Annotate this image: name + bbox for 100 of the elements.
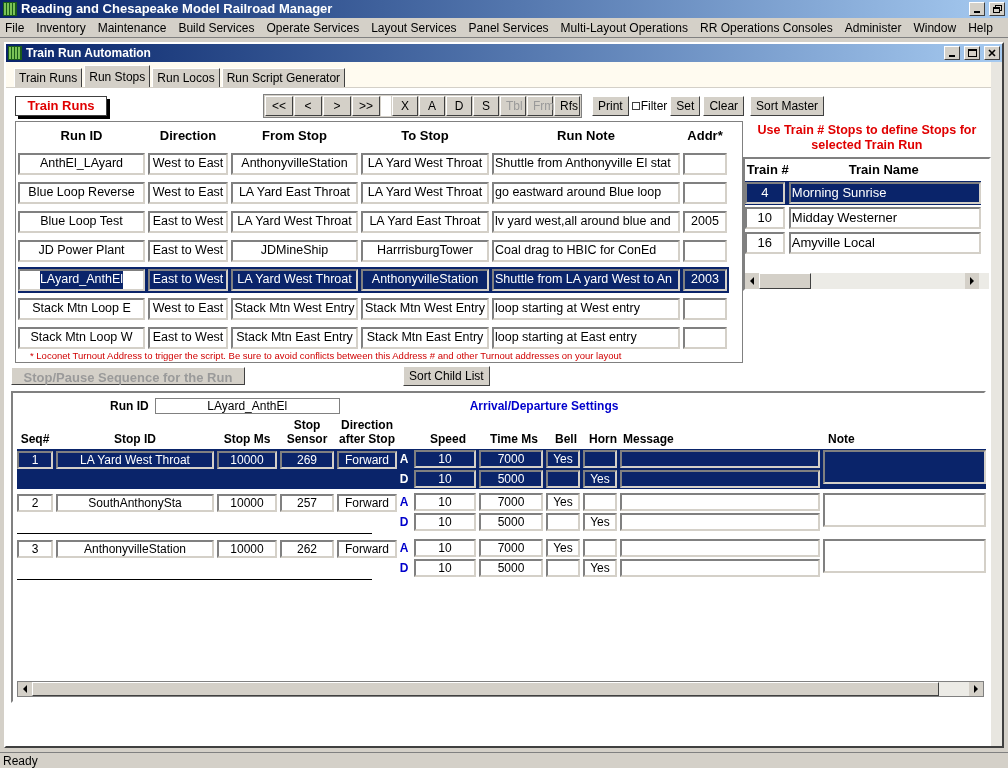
maximize-button[interactable] <box>964 46 980 60</box>
filter-checkbox[interactable] <box>631 102 640 110</box>
table-cell: Yes <box>546 450 580 468</box>
table-cell: Stack Mtn West Entry <box>361 297 489 320</box>
record-button[interactable]: X <box>392 96 418 116</box>
set-button[interactable]: Set <box>670 96 701 116</box>
column-header: Stop Ms <box>222 432 272 446</box>
menu-item[interactable]: File <box>5 18 25 37</box>
table-row[interactable]: 16 Amyville Local <box>744 231 981 255</box>
app-title: Reading and Chesapeake Model Railroad Manager <box>21 0 334 19</box>
table-row[interactable]: Blue Loop Test East to West LA Yard West Throat LA Yard East Throat lv yard west,all around blue and 2005 <box>18 208 729 235</box>
table-cell: Stack Mtn Loop E <box>18 297 145 320</box>
table-cell[interactable] <box>546 513 580 531</box>
table-row[interactable]: AnthEl_LAyard West to East AnthonyvilleStation LA Yard West Throat Shuttle from Anthonyville El stat <box>18 150 729 177</box>
table-cell[interactable] <box>583 493 617 511</box>
table-cell: 10 <box>414 539 476 557</box>
phase-label: D <box>398 471 410 488</box>
record-button[interactable]: D <box>446 96 472 116</box>
table-cell: 257 <box>280 494 334 512</box>
table-cell[interactable] <box>620 539 820 557</box>
note-field[interactable] <box>823 493 986 527</box>
menu-item[interactable]: RR Operations Consoles <box>700 18 833 37</box>
menu-item[interactable]: Build Services <box>178 18 255 37</box>
sort-child-button[interactable]: Sort Child List <box>403 366 490 386</box>
table-cell: Forward <box>337 494 397 512</box>
table-cell: West to East <box>148 181 228 204</box>
table-cell[interactable] <box>546 470 580 488</box>
table-cell[interactable] <box>546 559 580 577</box>
restore-button[interactable] <box>989 2 1005 16</box>
tab[interactable]: Run Stops <box>84 65 151 87</box>
table-cell: 1 <box>17 451 53 469</box>
record-button[interactable]: A <box>419 96 445 116</box>
note-field[interactable] <box>823 539 986 573</box>
tab[interactable]: Train Runs <box>14 68 83 87</box>
table-row[interactable]: Stack Mtn Loop E West to East Stack Mtn West Entry Stack Mtn West Entry loop starting at West entry <box>18 295 729 322</box>
nav-button[interactable]: > <box>323 96 351 116</box>
footnote: * Loconet Turnout Address to trigger the script. Be sure to avoid conflicts between this Address # and other Turnout addresses on your layout <box>29 348 623 363</box>
table-cell[interactable] <box>620 559 820 577</box>
table-cell: LA Yard East Throat <box>361 210 489 233</box>
minimize-button[interactable] <box>944 46 960 60</box>
table-cell[interactable] <box>620 470 820 488</box>
table-cell: Shuttle from Anthonyville El stat <box>492 152 680 175</box>
table-cell: loop starting at East entry <box>492 326 680 349</box>
menu-item[interactable]: Operate Services <box>266 18 360 37</box>
table-cell[interactable] <box>620 450 820 468</box>
window-icon <box>8 46 22 60</box>
table-cell[interactable] <box>583 450 617 468</box>
nav-button[interactable]: << <box>265 96 293 116</box>
close-icon <box>988 49 996 57</box>
table-cell: 269 <box>280 451 334 469</box>
table-cell: 5000 <box>479 513 543 531</box>
print-button[interactable]: Print <box>592 96 629 116</box>
table-row[interactable]: Blue Loop Reverse West to East LA Yard East Throat LA Yard West Throat go eastward around Blue loop <box>18 179 729 206</box>
run-id-field[interactable]: LAyard_AnthEl <box>154 398 340 414</box>
menu-item[interactable]: Maintenance <box>97 18 167 37</box>
menu-item[interactable]: Administer <box>844 18 902 37</box>
table-row[interactable]: LAyard_AnthEl East to West LA Yard West Throat AnthonyvilleStation Shuttle from LA yard West to An 2003 <box>18 266 729 293</box>
scroll-thumb[interactable] <box>758 273 811 289</box>
stop-row[interactable]: 1 LA Yard West Throat 10000 269 Forward A 10 7000 Yes D 10 5000 Yes <box>17 449 986 489</box>
table-cell: 7000 <box>479 539 543 557</box>
record-button[interactable]: Rfs <box>554 96 580 116</box>
minimize-button[interactable] <box>969 2 985 16</box>
horizontal-scrollbar[interactable] <box>17 681 984 697</box>
menu-item[interactable]: Layout Services <box>371 18 457 37</box>
menu-item[interactable]: Panel Services <box>468 18 549 37</box>
table-cell: SouthAnthonySta <box>56 494 214 512</box>
vertical-scrollbar[interactable] <box>991 62 1002 746</box>
table-row[interactable]: JD Power Plant East to West JDMineShip HarrrisburgTower Coal drag to HBIC for ConEd <box>18 237 729 264</box>
record-button[interactable]: S <box>473 96 499 116</box>
horizontal-scrollbar[interactable] <box>744 273 989 289</box>
close-button[interactable] <box>984 46 1000 60</box>
menu-item[interactable]: Inventory <box>36 18 86 37</box>
nav-button[interactable]: >> <box>352 96 380 116</box>
sort-master-button[interactable]: Sort Master <box>750 96 825 116</box>
table-row[interactable]: 4 Morning Sunrise <box>744 181 981 205</box>
scroll-thumb[interactable] <box>32 682 939 696</box>
toolbar-separator <box>381 96 391 116</box>
menu-item[interactable]: Window <box>913 18 957 37</box>
clear-button[interactable]: Clear <box>703 96 745 116</box>
tab[interactable]: Run Locos <box>152 68 220 87</box>
table-cell[interactable] <box>620 513 820 531</box>
table-row[interactable]: 10 Midday Westerner <box>744 206 981 230</box>
table-cell: Blue Loop Test <box>18 210 145 233</box>
menu-item[interactable]: Multi-Layout Operations <box>560 18 688 37</box>
table-cell: LA Yard West Throat <box>361 152 489 175</box>
table-row[interactable]: Stack Mtn Loop W East to West Stack Mtn East Entry Stack Mtn East Entry loop starting at East entry <box>18 324 729 351</box>
table-cell[interactable] <box>583 539 617 557</box>
table-cell: LA Yard West Throat <box>231 268 358 291</box>
table-cell: 7000 <box>479 493 543 511</box>
note-field[interactable] <box>823 450 986 484</box>
scroll-right-icon <box>965 273 979 289</box>
menu-item[interactable]: Help <box>968 18 993 37</box>
column-header: Train # <box>745 160 789 179</box>
nav-button[interactable]: < <box>294 96 322 116</box>
stop-row[interactable]: 3 AnthonyvilleStation 10000 262 Forward A 10 7000 Yes D 10 5000 Yes <box>17 538 986 581</box>
tab[interactable]: Run Script Generator <box>221 68 346 87</box>
table-cell: 10000 <box>217 494 277 512</box>
stop-row[interactable]: 2 SouthAnthonySta 10000 257 Forward A 10 7000 Yes D 10 5000 Yes <box>17 492 986 535</box>
table-cell[interactable] <box>620 493 820 511</box>
table-cell: Stack Mtn Loop W <box>18 326 145 349</box>
